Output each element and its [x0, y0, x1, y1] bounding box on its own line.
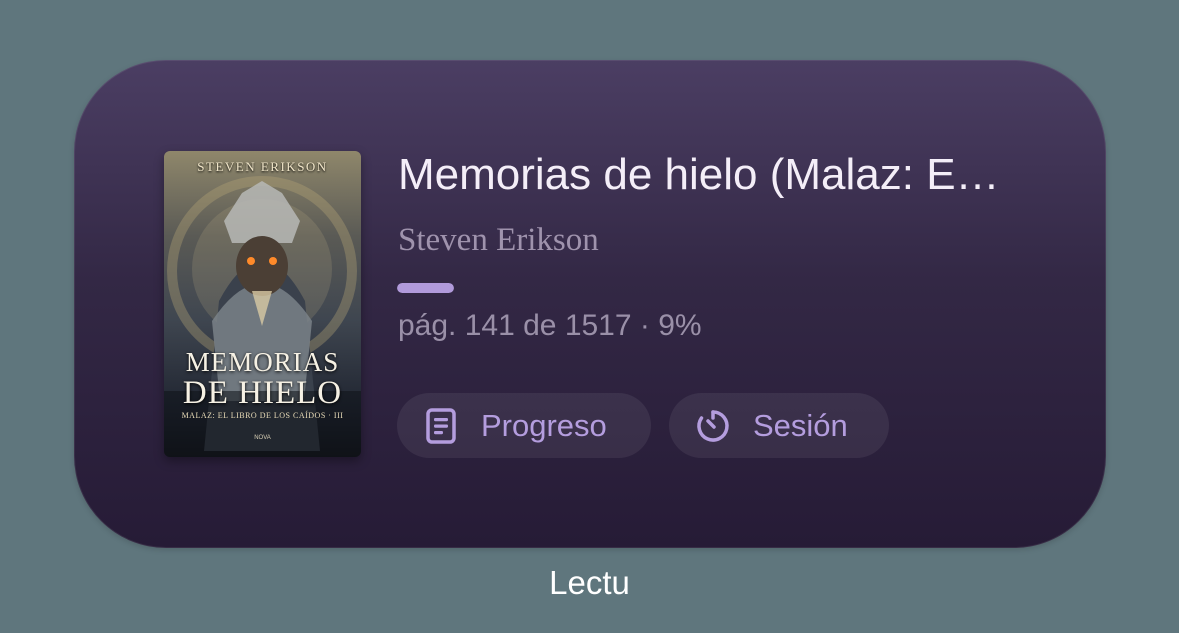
session-button-label: Sesión — [753, 407, 848, 443]
home-screen: STEVEN ERIKSON MEMORIAS DE HIELO MALAZ: … — [0, 0, 1179, 633]
progress-button-label: Progreso — [481, 407, 607, 443]
cover-publisher-logo: NOVA — [254, 435, 271, 441]
book-author: Steven Erikson — [398, 222, 599, 258]
cover-series-text: MALAZ: EL LIBRO DE LOS CAÍDOS · III — [181, 411, 344, 420]
document-icon — [421, 406, 461, 446]
progress-bar — [397, 283, 454, 293]
cover-title-line2: DE HIELO — [182, 375, 343, 411]
book-cover[interactable]: STEVEN ERIKSON MEMORIAS DE HIELO MALAZ: … — [164, 151, 361, 457]
progress-button[interactable]: Progreso — [397, 393, 651, 458]
cover-author-text: STEVEN ERIKSON — [197, 159, 328, 174]
book-title: Memorias de hielo (Malaz: E… — [398, 150, 1000, 199]
session-button[interactable]: Sesión — [669, 393, 889, 458]
cover-title-line1: MEMORIAS — [185, 347, 340, 377]
app-name-label: Lectu — [549, 564, 630, 601]
timer-icon — [693, 406, 733, 446]
progress-bar-fill — [397, 283, 454, 293]
page-progress-text: pág. 141 de 1517 · 9% — [398, 309, 702, 342]
